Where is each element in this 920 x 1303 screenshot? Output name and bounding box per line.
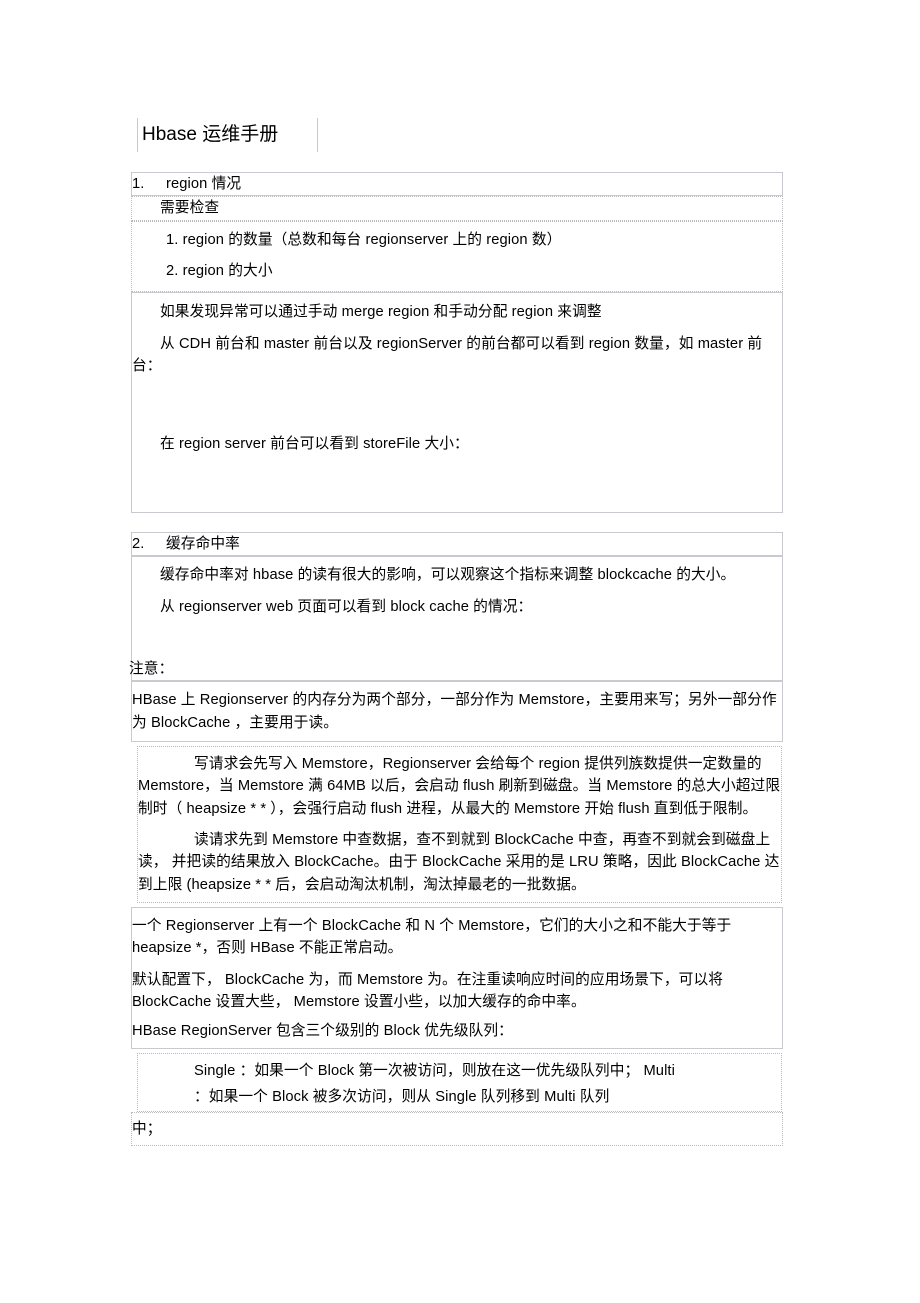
note-write-read-path-outer: 写请求会先写入 Memstore，Regionserver 会给每个 regio… <box>131 746 783 904</box>
section-1-subheading-cell: 需要检查 <box>131 196 783 221</box>
section-2-block: 2. 缓存命中率 缓存命中率对 hbase 的读有很大的影响，可以观察这个指标来调… <box>129 531 783 1146</box>
note-paragraph: 默认配置下， BlockCache 为，而 Memstore 为。在注重读响应时… <box>132 971 724 1011</box>
document-title-box: Hbase 运维手册 <box>137 118 318 152</box>
table-row: 缓存命中率对 hbase 的读有很大的影响，可以观察这个指标来调整 blockc… <box>129 556 783 682</box>
checklist-item: 2. region 的大小 <box>166 263 273 280</box>
section-2-image-placeholder <box>132 618 782 658</box>
table-row: 需要检查 <box>131 196 783 221</box>
section-2-heading-table: 2. 缓存命中率 <box>131 531 783 557</box>
note-block-priority-cell: Single ：如果一个 Block 第一次被访问，则放在这一优先级队列中； M… <box>137 1052 782 1112</box>
table-row: 2. 缓存命中率 <box>131 531 783 557</box>
table-row: 写请求会先写入 Memstore，Regionserver 会给每个 regio… <box>131 746 783 904</box>
note-write-read-path-table: 写请求会先写入 Memstore，Regionserver 会给每个 regio… <box>137 746 782 904</box>
note-write-read-path-wrapper: 写请求会先写入 Memstore，Regionserver 会给每个 regio… <box>131 746 783 904</box>
note-paragraph: Single ：如果一个 Block 第一次被访问，则放在这一优先级队列中； M… <box>194 1062 675 1079</box>
section-2-number: 2. <box>132 536 145 552</box>
document-title: Hbase 运维手册 <box>142 124 279 145</box>
section-1-checklist-cell: 1. region 的数量（总数和每台 regionserver 上的 regi… <box>131 220 783 293</box>
table-row: Single ：如果一个 Block 第一次被访问，则放在这一优先级队列中； M… <box>137 1052 782 1112</box>
section-1-image-placeholder <box>132 377 782 433</box>
section-2-heading-line: 2. 缓存命中率 <box>132 533 782 555</box>
table-row: 如果发现异常可以通过手动 merge region 和手动分配 region 来… <box>131 292 783 513</box>
table-row: HBase 上 Regionserver 的内存分为两个部分，一部分作为 Mem… <box>131 681 783 743</box>
section-2-heading-text: 缓存命中率 <box>166 536 240 552</box>
section-2-heading-cell: 2. 缓存命中率 <box>131 531 783 557</box>
section-1-block: 1. region 情况 需要检查 1. region 的数量（总数和每台 reg… <box>131 171 783 513</box>
note-paragraph: 写请求会先写入 Memstore，Regionserver 会给每个 regio… <box>138 756 781 817</box>
section-1-heading-cell: 1. region 情况 <box>131 171 783 197</box>
section-1-subheading: 需要检查 <box>160 200 220 217</box>
table-row: 1. region 的数量（总数和每台 regionserver 上的 regi… <box>131 220 783 293</box>
note-paragraph: 一个 Regionserver 上有一个 BlockCache 和 N 个 Me… <box>132 918 732 957</box>
section-1-subheading-table: 需要检查 <box>131 196 783 221</box>
section-2-body-table: 缓存命中率对 hbase 的读有很大的影响，可以观察这个指标来调整 blockc… <box>129 556 783 682</box>
section-1-image-placeholder-2 <box>132 456 782 512</box>
section-1-body-paragraph: 从 CDH 前台和 master 前台以及 regionServer 的前台都可… <box>132 335 763 375</box>
note-block-priority-tail-table: 中； <box>131 1111 783 1146</box>
section-1-body-cell: 如果发现异常可以通过手动 merge region 和手动分配 region 来… <box>131 292 783 513</box>
table-row: 中； <box>131 1111 783 1146</box>
note-block-priority-wrapper: Single ：如果一个 Block 第一次被访问，则放在这一优先级队列中； M… <box>131 1052 783 1112</box>
note-paragraph: 读请求先到 Memstore 中查数据，查不到就到 BlockCache 中查，… <box>138 832 780 893</box>
note-paragraph: HBase 上 Regionserver 的内存分为两个部分，一部分作为 Mem… <box>132 692 777 731</box>
table-row: 一个 Regionserver 上有一个 BlockCache 和 N 个 Me… <box>131 907 783 1049</box>
note-memory-split-cell: HBase 上 Regionserver 的内存分为两个部分，一部分作为 Mem… <box>131 681 783 743</box>
section-1-body-paragraph: 如果发现异常可以通过手动 merge region 和手动分配 region 来… <box>160 304 602 321</box>
note-paragraph: HBase RegionServer 包含三个级别的 Block 优先级队列： <box>132 1022 513 1039</box>
table-row: 1. region 情况 <box>131 171 783 197</box>
section-1-heading-table: 1. region 情况 <box>131 171 783 197</box>
section-1-body-table: 如果发现异常可以通过手动 merge region 和手动分配 region 来… <box>131 292 783 513</box>
section-2-body-paragraph: 缓存命中率对 hbase 的读有很大的影响，可以观察这个指标来调整 blockc… <box>160 567 736 584</box>
note-write-read-path-cell: 写请求会先写入 Memstore，Regionserver 会给每个 regio… <box>137 746 782 904</box>
checklist-item: 1. region 的数量（总数和每台 regionserver 上的 regi… <box>166 231 562 248</box>
section-1-heading-line: 1. region 情况 <box>132 173 782 195</box>
note-heapsize-config-table: 一个 Regionserver 上有一个 BlockCache 和 N 个 Me… <box>131 907 783 1049</box>
table-row: 写请求会先写入 Memstore，Regionserver 会给每个 regio… <box>137 746 782 904</box>
note-block-priority-table: Single ：如果一个 Block 第一次被访问，则放在这一优先级队列中； M… <box>137 1052 782 1112</box>
document-page: Hbase 运维手册 1. region 情况 需要检查 1. region 的数… <box>0 0 920 1303</box>
note-memory-split-table: HBase 上 Regionserver 的内存分为两个部分，一部分作为 Mem… <box>131 681 783 743</box>
section-1-number: 1. <box>132 176 145 192</box>
note-paragraph: ：如果一个 Block 被多次访问，则从 Single 队列移到 Multi 队… <box>194 1089 610 1106</box>
note-block-priority-outer: Single ：如果一个 Block 第一次被访问，则放在这一优先级队列中； M… <box>131 1052 783 1112</box>
note-heapsize-config-cell: 一个 Regionserver 上有一个 BlockCache 和 N 个 Me… <box>131 907 783 1049</box>
section-1-body-paragraph: 在 region server 前台可以看到 storeFile 大小： <box>160 436 469 453</box>
section-2-body-cell: 缓存命中率对 hbase 的读有很大的影响，可以观察这个指标来调整 blockc… <box>129 556 783 682</box>
section-1-heading-text: region 情况 <box>166 176 242 192</box>
table-row: Single ：如果一个 Block 第一次被访问，则放在这一优先级队列中； M… <box>131 1052 783 1112</box>
note-paragraph: 中； <box>132 1120 162 1137</box>
section-2-note-label: 注意： <box>129 661 174 678</box>
section-1-checklist-table: 1. region 的数量（总数和每台 regionserver 上的 regi… <box>131 220 783 293</box>
note-block-priority-tail-cell: 中； <box>131 1111 783 1146</box>
section-2-body-paragraph: 从 regionserver web 页面可以看到 block cache 的情… <box>160 598 533 615</box>
